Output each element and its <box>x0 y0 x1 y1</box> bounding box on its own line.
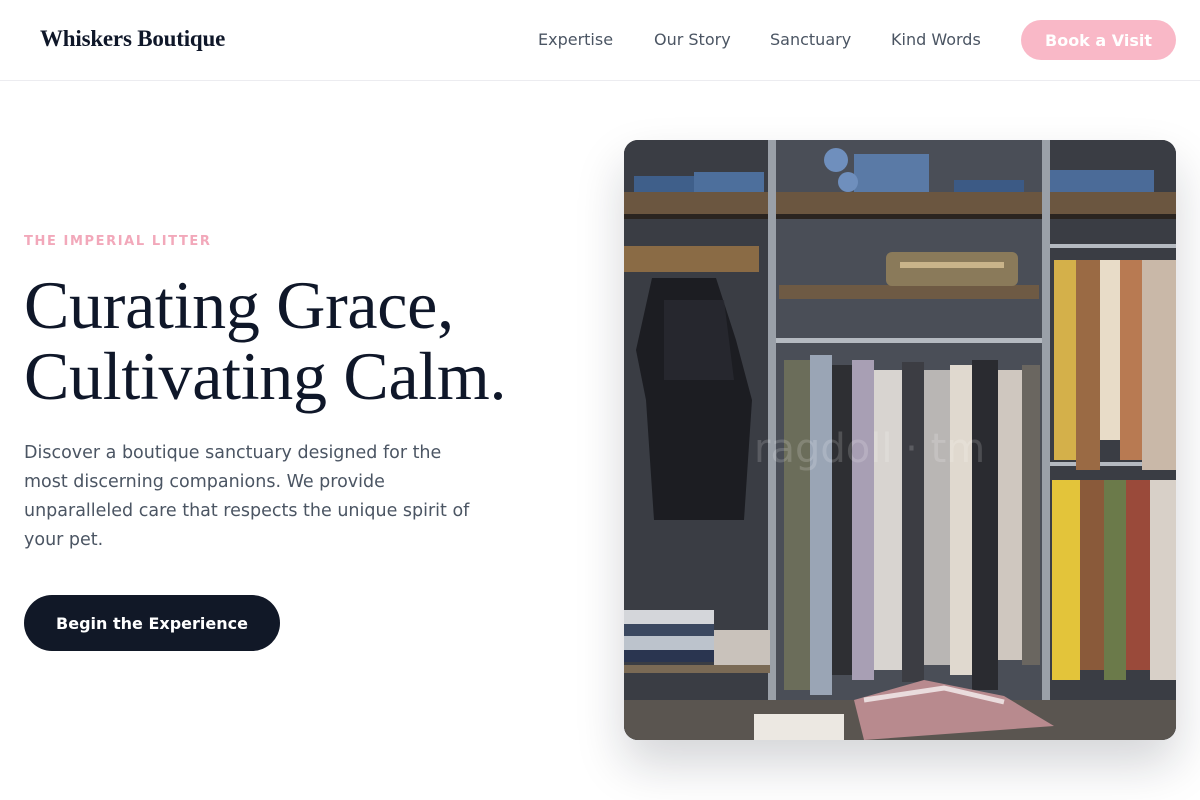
hero-photo: ragdoll · tm <box>624 140 1176 740</box>
nav-link-sanctuary[interactable]: Sanctuary <box>770 30 851 49</box>
hero-headline: Curating Grace, Cultivating Calm. <box>24 270 604 412</box>
begin-experience-button[interactable]: Begin the Experience <box>24 595 280 651</box>
watermark-text: ragdoll · tm <box>754 426 985 472</box>
nav-link-our-story[interactable]: Our Story <box>654 30 731 49</box>
hero-headline-line-1: Curating Grace, <box>24 267 454 343</box>
nav-link-expertise[interactable]: Expertise <box>538 30 613 49</box>
nav-link-kind-words[interactable]: Kind Words <box>891 30 981 49</box>
book-visit-button[interactable]: Book a Visit <box>1021 20 1176 60</box>
top-navbar: Whiskers Boutique Expertise Our Story Sa… <box>0 0 1200 81</box>
main-nav: Expertise Our Story Sanctuary Kind Words <box>0 30 1200 50</box>
hero-eyebrow: THE IMPERIAL LITTER <box>24 234 212 249</box>
hero-headline-line-2: Cultivating Calm. <box>24 338 507 414</box>
hero-description: Discover a boutique sanctuary designed f… <box>24 443 470 550</box>
boutique-rack-illustration: ragdoll · tm <box>624 140 1176 740</box>
